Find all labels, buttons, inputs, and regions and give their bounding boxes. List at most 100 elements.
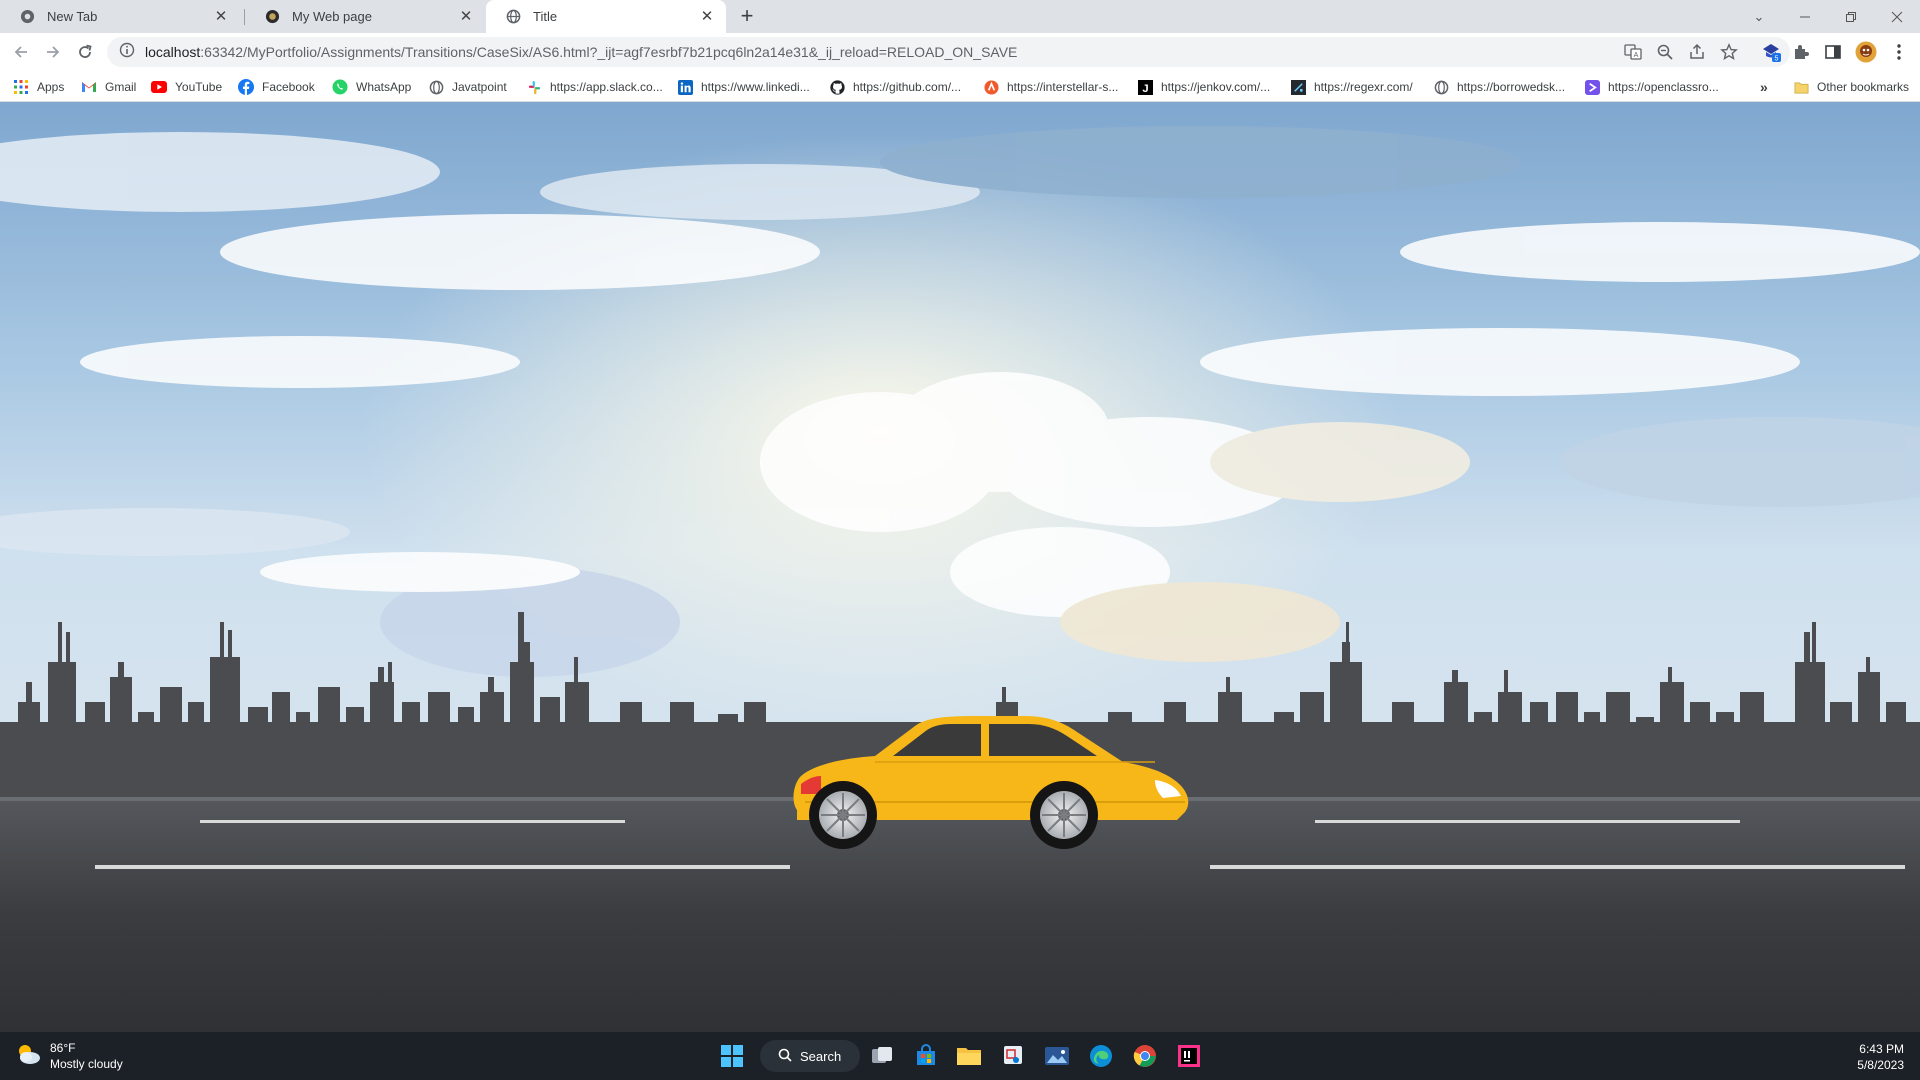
weather-desc: Mostly cloudy — [50, 1057, 123, 1071]
weather-widget[interactable]: 86°F Mostly cloudy — [16, 1040, 123, 1072]
linkedin-icon — [677, 79, 693, 95]
other-bookmarks-label: Other bookmarks — [1817, 80, 1910, 94]
openclassrooms-icon — [1584, 79, 1600, 95]
search-icon — [778, 1048, 792, 1065]
bookmarks-overflow-chevron-icon[interactable]: » — [1760, 77, 1768, 97]
close-icon[interactable]: ✕ — [698, 8, 716, 26]
svg-text:A: A — [1634, 52, 1639, 59]
svg-text:5: 5 — [1775, 56, 1779, 63]
bookmark-label: YouTube — [175, 80, 223, 94]
close-icon[interactable]: ✕ — [457, 8, 475, 26]
bookmark-label: Facebook — [262, 80, 315, 94]
bookmark-interstellar[interactable]: https://interstellar-s... — [983, 77, 1118, 97]
bookmark-label: Gmail — [105, 80, 137, 94]
globe-icon — [428, 79, 444, 95]
site-info-icon[interactable] — [119, 42, 135, 63]
intellij-idea-icon[interactable] — [1171, 1038, 1207, 1074]
clock-time: 6:43 PM — [1859, 1042, 1904, 1056]
reload-button[interactable] — [73, 40, 97, 64]
photos-icon[interactable] — [1039, 1038, 1075, 1074]
whatsapp-icon — [332, 79, 348, 95]
bookmark-apps[interactable]: Apps — [13, 77, 64, 97]
city-road-scene — [0, 102, 1920, 1032]
bookmark-label: https://github.com/... — [853, 80, 962, 94]
tab-new-tab[interactable]: New Tab ✕ — [0, 0, 240, 33]
bookmark-javatpoint[interactable]: Javatpoint — [428, 77, 507, 97]
side-panel-icon[interactable] — [1822, 41, 1844, 63]
new-tab-button[interactable]: + — [735, 5, 759, 29]
bookmark-linkedin[interactable]: https://www.linkedi... — [677, 77, 810, 97]
bookmark-label: https://app.slack.co... — [550, 80, 663, 94]
chrome-taskbar-icon[interactable] — [1127, 1038, 1163, 1074]
share-icon[interactable] — [1687, 42, 1707, 62]
url-host: localhost — [145, 44, 201, 60]
tab-search-chevron-icon[interactable]: ⌄ — [1736, 0, 1782, 33]
address-bar[interactable]: localhost:63342/MyPortfolio/Assignments/… — [107, 37, 1790, 67]
bookmark-label: https://borrowedsk... — [1457, 80, 1566, 94]
jenkov-icon: J — [1137, 79, 1153, 95]
task-view-icon[interactable] — [864, 1038, 900, 1074]
globe-icon — [506, 9, 521, 24]
windows-taskbar: 86°F Mostly cloudy Search 6:43 PM 5/8/20… — [0, 1032, 1920, 1080]
folder-icon — [1793, 79, 1809, 95]
translate-icon[interactable]: A — [1623, 42, 1643, 62]
tab-title-active[interactable]: Title ✕ — [486, 0, 726, 33]
bookmark-slack[interactable]: https://app.slack.co... — [526, 77, 663, 97]
bookmark-label: Javatpoint — [452, 80, 507, 94]
bookmark-gmail[interactable]: Gmail — [81, 77, 136, 97]
start-button[interactable] — [714, 1038, 750, 1074]
bookmark-star-icon[interactable] — [1719, 42, 1739, 62]
bookmark-label: https://openclassro... — [1608, 80, 1719, 94]
url-text[interactable]: localhost:63342/MyPortfolio/Assignments/… — [145, 44, 1017, 60]
page-icon — [265, 9, 280, 24]
url-path: :63342/MyPortfolio/Assignments/Transitio… — [200, 44, 1018, 60]
microsoft-store-icon[interactable] — [908, 1038, 944, 1074]
bookmark-github[interactable]: https://github.com/... — [829, 77, 961, 97]
bookmark-label: https://www.linkedi... — [701, 80, 810, 94]
bookmark-regexr[interactable]: https://regexr.com/ — [1290, 77, 1413, 97]
snipping-tool-icon[interactable] — [995, 1038, 1031, 1074]
bookmark-label: Apps — [37, 80, 65, 94]
bookmark-label: https://regexr.com/ — [1314, 80, 1413, 94]
close-icon[interactable]: ✕ — [212, 8, 230, 26]
more-menu-icon[interactable] — [1888, 41, 1910, 63]
bookmark-label: WhatsApp — [356, 80, 412, 94]
svg-text:J: J — [1142, 83, 1148, 95]
restore-button[interactable] — [1828, 0, 1874, 33]
minimize-button[interactable] — [1782, 0, 1828, 33]
chrome-icon — [20, 9, 35, 24]
reload-icon — [79, 44, 92, 58]
clock-date: 5/8/2023 — [1857, 1058, 1904, 1072]
bookmark-whatsapp[interactable]: WhatsApp — [332, 77, 411, 97]
extensions-puzzle-icon[interactable] — [1790, 41, 1812, 63]
bookmark-jenkov[interactable]: J https://jenkov.com/... — [1137, 77, 1270, 97]
bookmark-borrowedsky[interactable]: https://borrowedsk... — [1433, 77, 1565, 97]
profile-avatar[interactable] — [1855, 41, 1877, 63]
bookmark-youtube[interactable]: YouTube — [151, 77, 222, 97]
zoom-icon[interactable] — [1655, 42, 1675, 62]
interstellar-icon — [983, 79, 999, 95]
tab-my-web-page[interactable]: My Web page ✕ — [245, 0, 485, 33]
edge-browser-icon[interactable] — [1083, 1038, 1119, 1074]
forward-button[interactable] — [41, 40, 65, 64]
slack-icon — [526, 79, 542, 95]
github-icon — [829, 79, 845, 95]
bookmarks-bar: Apps Gmail YouTube Facebook WhatsApp Jav… — [0, 71, 1920, 102]
tab-title: My Web page — [292, 9, 372, 24]
tab-title: Title — [533, 9, 558, 24]
extension-badge-icon[interactable]: 5 — [1760, 41, 1782, 63]
system-clock[interactable]: 6:43 PM 5/8/2023 — [1857, 1041, 1904, 1073]
file-explorer-icon[interactable] — [951, 1038, 987, 1074]
youtube-icon — [151, 79, 167, 95]
close-window-button[interactable] — [1874, 0, 1920, 33]
tab-title: New Tab — [47, 9, 98, 24]
taskbar-search[interactable]: Search — [760, 1040, 860, 1072]
back-button[interactable] — [9, 40, 33, 64]
cloud-sun-icon — [16, 1043, 42, 1070]
tab-strip: New Tab ✕ My Web page ✕ Title ✕ + ⌄ — [0, 0, 1920, 33]
bookmark-openclassrooms[interactable]: https://openclassro... — [1584, 77, 1719, 97]
bookmark-facebook[interactable]: Facebook — [238, 77, 315, 97]
other-bookmarks-folder[interactable]: Other bookmarks — [1793, 77, 1909, 97]
arrow-right-icon — [47, 46, 60, 58]
regexr-icon — [1290, 79, 1306, 95]
